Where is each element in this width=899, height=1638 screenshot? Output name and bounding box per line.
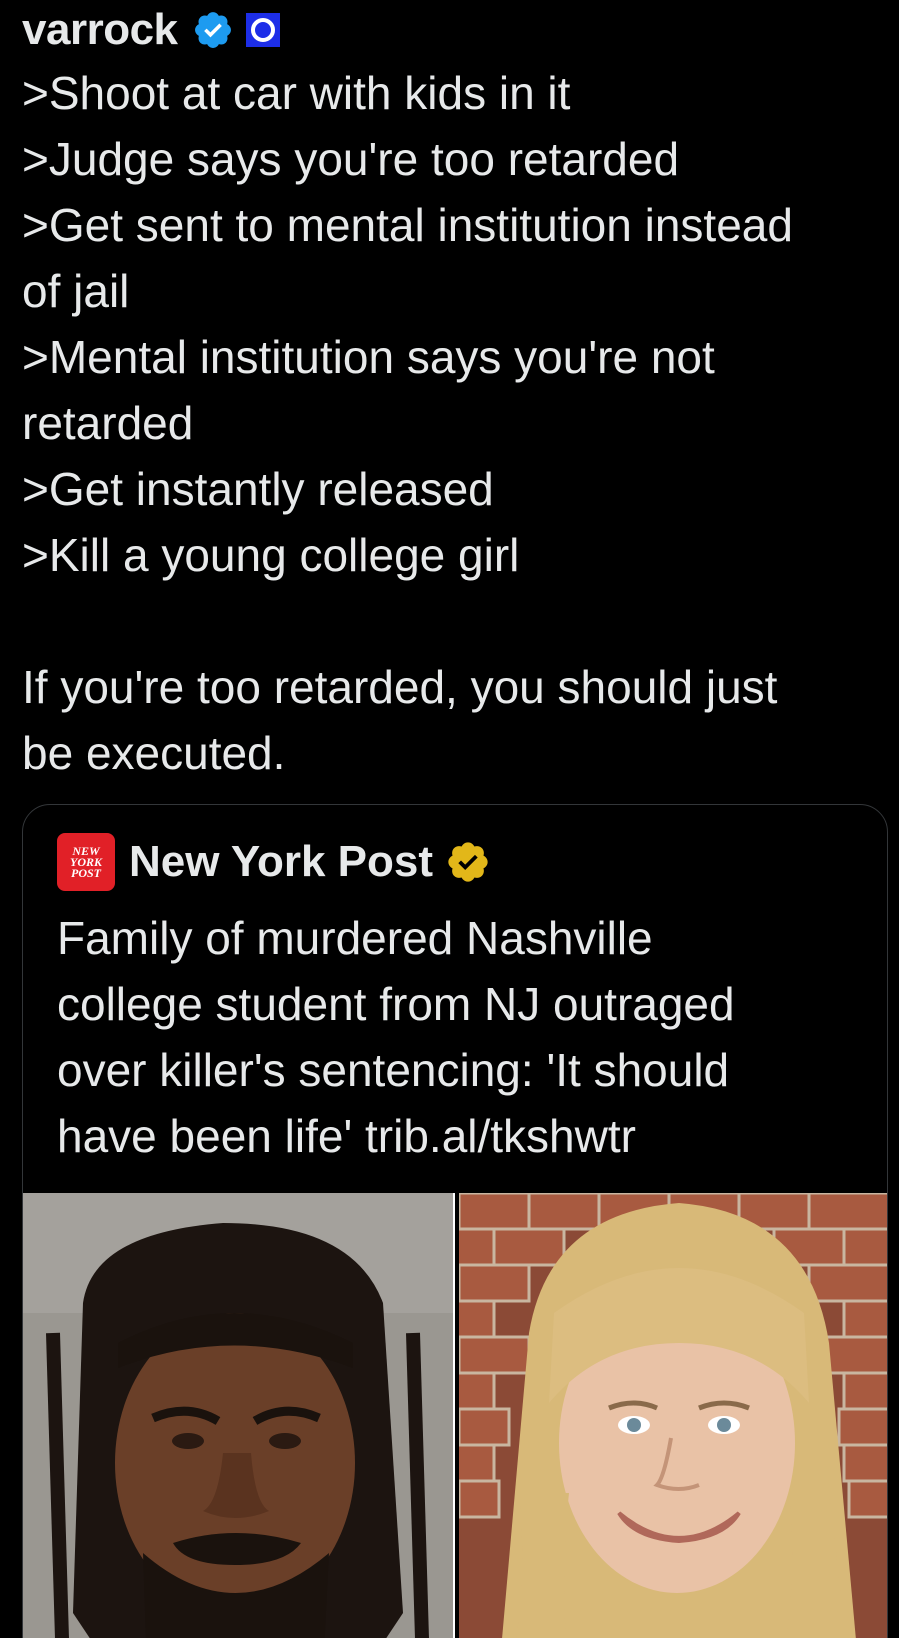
quoted-line: have been life' trib.al/tkshwtr <box>57 1110 636 1162</box>
affiliate-badge-icon <box>245 13 280 47</box>
tweet-line: >Judge says you're too retarded <box>22 133 680 185</box>
tweet-line: >Kill a young college girl <box>22 529 520 581</box>
tweet-line: >Mental institution says you're not <box>22 331 715 383</box>
quoted-tweet[interactable]: NEW YORK POST New York Post Family of mu… <box>22 804 888 1638</box>
tweet-line: >Get sent to mental institution instead <box>22 199 793 251</box>
victim-illustration <box>458 1193 887 1638</box>
tweet-line: of jail <box>22 265 130 317</box>
gold-verified-badge-icon <box>448 842 488 882</box>
tweet-header: varrock <box>22 0 890 60</box>
mugshot-illustration <box>23 1193 453 1638</box>
victim-photo[interactable] <box>458 1193 887 1638</box>
quoted-username[interactable]: New York Post <box>129 837 433 887</box>
tweet: varrock >Shoot at car with kids in it >J… <box>22 0 890 786</box>
tweet-line: >Get instantly released <box>22 463 494 515</box>
quoted-tweet-text: Family of murdered Nashville college stu… <box>57 905 857 1169</box>
verified-badge-icon <box>194 12 231 48</box>
mugshot-photo[interactable] <box>23 1193 453 1638</box>
username[interactable]: varrock <box>22 5 178 55</box>
quoted-line: over killer's sentencing: 'It should <box>57 1044 730 1096</box>
quoted-media[interactable] <box>23 1193 887 1638</box>
quoted-line: Family of murdered Nashville <box>57 912 653 964</box>
nyp-avatar[interactable]: NEW YORK POST <box>57 833 115 891</box>
media-divider <box>453 1193 455 1638</box>
quoted-tweet-header: NEW YORK POST New York Post <box>57 833 491 891</box>
tweet-line: retarded <box>22 397 194 449</box>
tweet-line: >Shoot at car with kids in it <box>22 67 571 119</box>
quoted-line: college student from NJ outraged <box>57 978 735 1030</box>
tweet-line: If you're too retarded, you should just <box>22 661 778 713</box>
tweet-line: be executed. <box>22 727 286 779</box>
